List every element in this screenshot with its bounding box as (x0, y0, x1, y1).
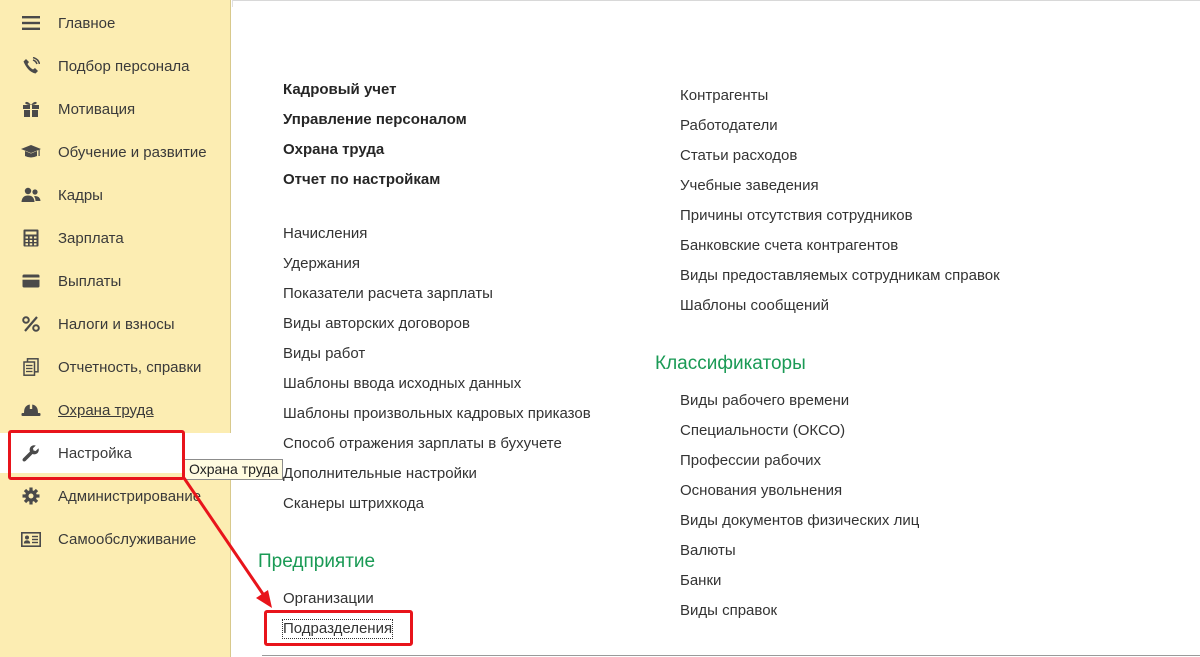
link-educational-institutions[interactable]: Учебные заведения (680, 177, 819, 195)
sidebar-item-label: Самообслуживание (58, 530, 197, 548)
link-accruals[interactable]: Начисления (283, 225, 367, 243)
link-expense-items[interactable]: Статьи расходов (680, 147, 797, 165)
link-deductions[interactable]: Удержания (283, 255, 360, 273)
sidebar-item-label: Кадры (58, 186, 103, 204)
link-personal-document-types[interactable]: Виды документов физических лиц (680, 512, 919, 530)
sidebar-item-main[interactable]: Главное (0, 3, 231, 43)
sidebar-item-taxes[interactable]: Налоги и взносы (0, 304, 231, 344)
id-card-icon (21, 529, 41, 549)
sidebar-item-label: Зарплата (58, 229, 124, 247)
tooltip: Охрана труда (184, 459, 284, 480)
link-employers[interactable]: Работодатели (680, 117, 778, 135)
link-dismissal-grounds[interactable]: Основания увольнения (680, 482, 842, 500)
menu-lines-icon (21, 13, 41, 33)
sidebar-item-label: Охрана труда (58, 401, 154, 419)
sidebar-item-recruiting[interactable]: Подбор персонала (0, 46, 231, 86)
sidebar-item-labor-safety[interactable]: Охрана труда (0, 390, 231, 430)
link-labor-safety[interactable]: Охрана труда (283, 141, 384, 159)
sidebar-item-label: Главное (58, 14, 116, 32)
link-specialties-okso[interactable]: Специальности (ОКСО) (680, 422, 845, 440)
link-salary-accounting-method[interactable]: Способ отражения зарплаты в бухучете (283, 435, 562, 453)
link-input-templates[interactable]: Шаблоны ввода исходных данных (283, 375, 521, 393)
sidebar-item-reports[interactable]: Отчетность, справки (0, 347, 231, 387)
link-message-templates[interactable]: Шаблоны сообщений (680, 297, 829, 315)
main-panel-divider (262, 655, 1200, 656)
link-personnel-management[interactable]: Управление персоналом (283, 111, 467, 129)
link-banks[interactable]: Банки (680, 572, 721, 590)
link-order-templates[interactable]: Шаблоны произвольных кадровых приказов (283, 405, 591, 423)
sidebar-item-motivation[interactable]: Мотивация (0, 89, 231, 129)
link-certificate-types[interactable]: Виды справок (680, 602, 777, 620)
sidebar-item-label: Налоги и взносы (58, 315, 175, 333)
wrench-icon (21, 443, 41, 463)
section-title-enterprise: Предприятие (258, 551, 376, 572)
phone-icon (21, 56, 41, 76)
sidebar-item-label: Администрирование (58, 487, 202, 505)
sidebar-item-label: Настройка (58, 444, 132, 462)
main-panel-border (232, 0, 1200, 7)
sidebar-item-label: Выплаты (58, 272, 122, 290)
sidebar-item-label: Подбор персонала (58, 57, 190, 75)
card-icon (21, 271, 41, 291)
link-counterparty-bank-accounts[interactable]: Банковские счета контрагентов (680, 237, 898, 255)
link-work-types[interactable]: Виды работ (283, 345, 365, 363)
link-salary-indicators[interactable]: Показатели расчета зарплаты (283, 285, 493, 303)
percent-icon (21, 314, 41, 334)
link-author-contract-types[interactable]: Виды авторских договоров (283, 315, 470, 333)
sidebar-item-label: Мотивация (58, 100, 136, 118)
link-barcode-scanners[interactable]: Сканеры штрихкода (283, 495, 424, 513)
link-certificate-types-provided[interactable]: Виды предоставляемых сотрудникам справок (680, 267, 1000, 285)
gift-icon (21, 99, 41, 119)
link-currencies[interactable]: Валюты (680, 542, 736, 560)
link-counterparties[interactable]: Контрагенты (680, 87, 768, 105)
link-working-time-types[interactable]: Виды рабочего времени (680, 392, 849, 410)
sidebar-item-hr[interactable]: Кадры (0, 175, 231, 215)
hard-hat-icon (21, 400, 41, 420)
graduation-cap-icon (21, 142, 41, 162)
sidebar-item-salary[interactable]: Зарплата (0, 218, 231, 258)
sidebar-item-payments[interactable]: Выплаты (0, 261, 231, 301)
link-hr-accounting[interactable]: Кадровый учет (283, 81, 397, 99)
link-settings-report[interactable]: Отчет по настройкам (283, 171, 440, 189)
link-absence-reasons[interactable]: Причины отсутствия сотрудников (680, 207, 913, 225)
sidebar-item-label: Отчетность, справки (58, 358, 202, 376)
sidebar-item-label: Обучение и развитие (58, 143, 207, 161)
link-organizations[interactable]: Организации (283, 590, 374, 608)
link-worker-professions[interactable]: Профессии рабочих (680, 452, 821, 470)
section-title-classifiers: Классификаторы (655, 353, 806, 374)
sidebar-item-administration[interactable]: Администрирование (0, 476, 231, 516)
link-departments[interactable]: Подразделения (281, 619, 394, 639)
gear-icon (21, 486, 41, 506)
calculator-icon (21, 228, 41, 248)
sidebar-item-self-service[interactable]: Самообслуживание (0, 519, 231, 559)
sidebar-item-training[interactable]: Обучение и развитие (0, 132, 231, 172)
people-icon (21, 185, 41, 205)
documents-icon (21, 357, 41, 377)
link-additional-settings[interactable]: Дополнительные настройки (283, 465, 477, 483)
sidebar: Главное Подбор персонала Мотивация Обуче… (0, 0, 231, 657)
